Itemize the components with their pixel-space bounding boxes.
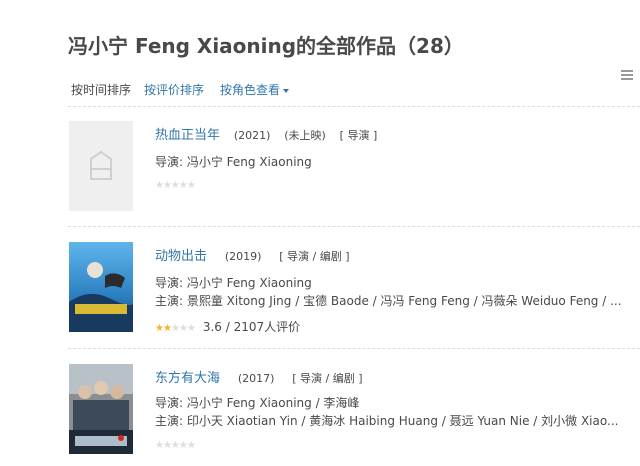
work-roles: [ 导演 / 编剧 ] [279,250,350,263]
poster-placeholder[interactable] [69,121,133,211]
work-year: (2019) [224,250,262,263]
work-director: 导演: 冯小宁 Feng Xiaoning [155,155,312,169]
work-year: (2017) [237,372,275,385]
page-title: 冯小宁 Feng Xiaoning的全部作品（28） [68,34,464,58]
poster-image [69,242,133,332]
poster-image [69,364,133,454]
work-title-link[interactable]: 动物出击 [155,249,207,264]
rating-stars: ★★★★★ [155,180,196,191]
sort-by-time[interactable]: 按时间排序 [71,81,131,98]
view-by-role-label: 按角色查看 [220,83,281,97]
work-title-link[interactable]: 东方有大海 [155,371,220,386]
work-cast: 主演: 景熙童 Xitong Jing / 宝德 Baode / 冯冯 Feng… [155,294,622,308]
work-year: (2021) [233,129,271,142]
rating-stars: ★★★★★ 3.6 / 2107人评价 [155,320,301,334]
rating-stars: ★★★★★ [155,440,196,451]
work-title-link[interactable]: 热血正当年 [155,128,220,143]
sort-bar: 按时间排序 按评价排序 按角色查看 [68,78,640,107]
sort-by-rating-link[interactable]: 按评价排序 [144,81,204,98]
work-director: 导演: 冯小宁 Feng Xiaoning / 李海峰 [155,396,360,410]
view-by-role-dropdown[interactable]: 按角色查看 [220,81,290,98]
caret-down-icon [283,88,290,93]
poster-placeholder-icon [90,150,112,180]
work-roles: [ 导演 ] [339,129,378,142]
work-director: 导演: 冯小宁 Feng Xiaoning [155,276,312,290]
work-cast: 主演: 印小天 Xiaotian Yin / 黄海冰 Haibing Huang… [155,414,619,428]
work-poster[interactable] [69,242,133,332]
work-roles: [ 导演 / 编剧 ] [292,372,363,385]
work-poster[interactable] [69,364,133,454]
work-status: (未上映) [284,129,326,142]
divider [68,348,640,349]
rating-text: 3.6 / 2107人评价 [202,320,301,334]
divider [68,226,640,227]
